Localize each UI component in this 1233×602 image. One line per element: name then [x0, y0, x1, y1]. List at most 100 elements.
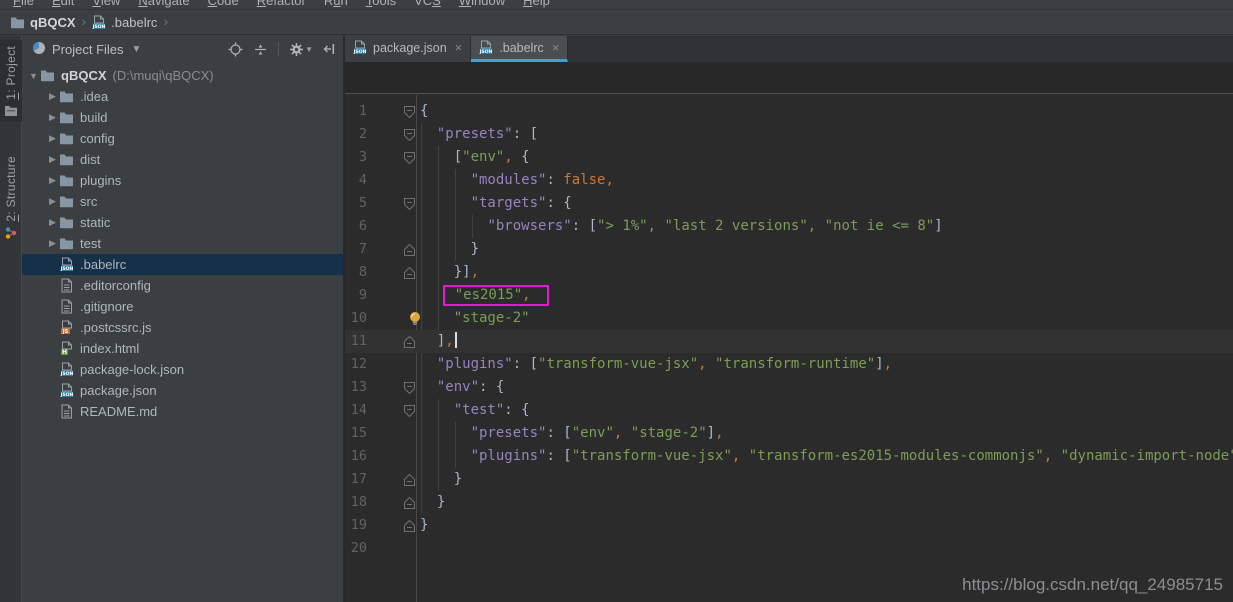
code-line-12[interactable]: 12 "plugins": ["transform-vue-jsx", "tra…: [345, 353, 1233, 376]
menu-item-vcs[interactable]: VCS: [405, 0, 450, 9]
breadcrumb-item-qBQCX[interactable]: qBQCX: [10, 15, 76, 30]
tree-item-label: package-lock.json: [80, 362, 184, 377]
fold-start-icon[interactable]: [403, 404, 416, 418]
breadcrumb-chevron-icon: ›: [157, 13, 174, 31]
tree-item-static[interactable]: ▶static: [22, 212, 343, 233]
fold-start-icon[interactable]: [403, 381, 416, 395]
code-line-16[interactable]: 16 "plugins": ["transform-vue-jsx", "tra…: [345, 445, 1233, 468]
code-line-9[interactable]: 9 "es2015",: [345, 284, 1233, 307]
gutter: 2: [345, 123, 418, 146]
chevron-collapsed-icon[interactable]: ▶: [47, 238, 58, 249]
tree-item-package-json[interactable]: JSONpackage.json: [22, 380, 343, 401]
code-text: "browsers": ["> 1%", "last 2 versions", …: [418, 215, 943, 238]
code-line-2[interactable]: 2 "presets": [: [345, 123, 1233, 146]
code-line-1[interactable]: 1{: [345, 100, 1233, 123]
tree-item-package-lock-json[interactable]: JSON package-lock.json: [22, 359, 343, 380]
chevron-collapsed-icon[interactable]: ▶: [47, 175, 58, 186]
code-line-18[interactable]: 18 }: [345, 491, 1233, 514]
fold-start-icon[interactable]: [403, 197, 416, 211]
code-line-14[interactable]: 14 "test": {: [345, 399, 1233, 422]
fold-end-icon[interactable]: [403, 335, 416, 349]
close-icon[interactable]: ×: [552, 40, 560, 55]
fold-start-icon[interactable]: [403, 105, 416, 119]
menu-item-window[interactable]: Window: [450, 0, 514, 9]
gutter: 12: [345, 353, 418, 376]
code-line-8[interactable]: 8 }],: [345, 261, 1233, 284]
code-text: "presets": ["env", "stage-2"],: [418, 422, 724, 445]
fold-end-icon[interactable]: [403, 266, 416, 280]
menu-item-view[interactable]: View: [83, 0, 129, 9]
tree-item-readme-md[interactable]: README.md: [22, 401, 343, 422]
collapse-all-button[interactable]: [253, 42, 268, 57]
chevron-collapsed-icon[interactable]: ▶: [47, 196, 58, 207]
settings-button[interactable]: ▼: [289, 42, 313, 57]
chevron-expanded-icon[interactable]: ▼: [28, 71, 39, 81]
code-text: ],: [418, 330, 457, 353]
chevron-collapsed-icon[interactable]: ▶: [47, 133, 58, 144]
close-icon[interactable]: ×: [455, 40, 463, 55]
gutter: 10: [345, 307, 418, 330]
tree-item-src[interactable]: ▶src: [22, 191, 343, 212]
code-line-19[interactable]: 19}: [345, 514, 1233, 537]
code-line-11[interactable]: 11 ],: [345, 330, 1233, 353]
settings-icon: [289, 42, 304, 57]
tool-tab-project[interactable]: 1: Project: [0, 40, 22, 122]
scope-icon: [32, 41, 46, 55]
tree-item-test[interactable]: ▶test: [22, 233, 343, 254]
chevron-collapsed-icon[interactable]: ▶: [47, 112, 58, 123]
fold-end-icon[interactable]: [403, 519, 416, 533]
code-editor[interactable]: 1{2 "presets": [3 ["env", {4 "modules": …: [345, 95, 1233, 602]
scope-selector[interactable]: Project Files ▼: [32, 41, 141, 58]
chevron-collapsed-icon[interactable]: ▶: [47, 154, 58, 165]
fold-start-icon[interactable]: [403, 128, 416, 142]
text-cursor: [455, 332, 457, 348]
tab-package-json[interactable]: JSONpackage.json×: [345, 36, 471, 62]
code-line-4[interactable]: 4 "modules": false,: [345, 169, 1233, 192]
tree-item-idea[interactable]: ▶.idea: [22, 86, 343, 107]
fold-end-icon[interactable]: [403, 243, 416, 257]
fold-end-icon[interactable]: [403, 473, 416, 487]
tree-item-build[interactable]: ▶build: [22, 107, 343, 128]
code-line-6[interactable]: 6 "browsers": ["> 1%", "last 2 versions"…: [345, 215, 1233, 238]
gutter: 3: [345, 146, 418, 169]
menu-item-help[interactable]: Help: [514, 0, 559, 9]
line-number: 20: [345, 537, 367, 560]
code-line-3[interactable]: 3 ["env", {: [345, 146, 1233, 169]
code-line-7[interactable]: 7 }: [345, 238, 1233, 261]
code-line-15[interactable]: 15 "presets": ["env", "stage-2"],: [345, 422, 1233, 445]
menu-item-file[interactable]: File: [4, 0, 43, 9]
menu-item-navigate[interactable]: Navigate: [129, 0, 198, 9]
code-line-5[interactable]: 5 "targets": {: [345, 192, 1233, 215]
chevron-collapsed-icon[interactable]: ▶: [47, 217, 58, 228]
tool-tab-structure[interactable]: 2: Structure: [0, 150, 22, 246]
code-line-17[interactable]: 17 }: [345, 468, 1233, 491]
locate-button[interactable]: [228, 42, 243, 57]
code-line-10[interactable]: 10 "stage-2": [345, 307, 1233, 330]
bulb-icon[interactable]: [408, 311, 422, 326]
menu-item-edit[interactable]: Edit: [43, 0, 83, 9]
json-icon: JSON: [60, 362, 74, 377]
menu-item-code[interactable]: Code: [199, 0, 248, 9]
line-number: 7: [345, 238, 367, 261]
code-line-13[interactable]: 13 "env": {: [345, 376, 1233, 399]
tab-babelrc[interactable]: JSON.babelrc×: [471, 36, 568, 62]
fold-start-icon[interactable]: [403, 151, 416, 165]
menu-item-refactor[interactable]: Refactor: [248, 0, 315, 9]
hide-button[interactable]: [323, 42, 337, 56]
fold-end-icon[interactable]: [403, 496, 416, 510]
tree-item-qbqcx[interactable]: ▼qBQCX(D:\muqi\qBQCX): [22, 65, 343, 86]
tree-item-babelrc[interactable]: JSON.babelrc: [22, 254, 343, 275]
breadcrumb-item-babelrc[interactable]: JSON.babelrc: [92, 15, 157, 30]
tree-item-dist[interactable]: ▶dist: [22, 149, 343, 170]
tree-item-plugins[interactable]: ▶plugins: [22, 170, 343, 191]
menu-item-run[interactable]: Run: [315, 0, 357, 9]
tree-item-gitignore[interactable]: .gitignore: [22, 296, 343, 317]
tree-item-index-html[interactable]: Hindex.html: [22, 338, 343, 359]
tree-item-config[interactable]: ▶config: [22, 128, 343, 149]
tree-item-editorconfig[interactable]: .editorconfig: [22, 275, 343, 296]
menu-item-tools[interactable]: Tools: [357, 0, 405, 9]
tree-item-postcssrc-js[interactable]: JS.postcssrc.js: [22, 317, 343, 338]
folder-icon: [40, 69, 55, 82]
code-line-20[interactable]: 20: [345, 537, 1233, 560]
chevron-collapsed-icon[interactable]: ▶: [47, 91, 58, 102]
